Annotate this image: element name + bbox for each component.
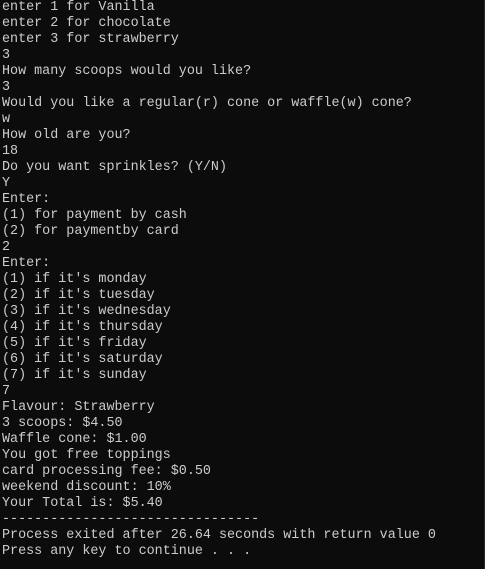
console-line: 3 [2, 48, 11, 63]
console-output: enter 1 for Vanilla enter 2 for chocolat… [0, 0, 484, 560]
console-line: enter 1 for Vanilla [2, 0, 155, 15]
console-line: 2 [2, 240, 11, 255]
console-line: (7) if it's sunday [2, 368, 147, 383]
console-line: How many scoops would you like? [2, 64, 252, 79]
console-line: (3) if it's wednesday [2, 304, 171, 319]
console-line: (1) for payment by cash [2, 208, 187, 223]
console-line: (2) if it's tuesday [2, 288, 155, 303]
console-line: 3 [2, 80, 11, 95]
console-line: (2) for paymentby card [2, 224, 179, 239]
console-line: Would you like a regular(r) cone or waff… [2, 96, 412, 111]
console-line: (5) if it's friday [2, 336, 147, 351]
console-line: 7 [2, 384, 11, 399]
console-line: How old are you? [2, 128, 131, 143]
console-window[interactable]: enter 1 for Vanilla enter 2 for chocolat… [0, 0, 485, 569]
process-exit-message: Process exited after 26.64 seconds with … [2, 528, 436, 543]
console-line: w [2, 112, 11, 127]
console-line: Waffle cone: $1.00 [2, 432, 147, 447]
console-line: (1) if it's monday [2, 272, 147, 287]
console-line: Your Total is: $5.40 [2, 496, 163, 511]
console-line: (6) if it's saturday [2, 352, 163, 367]
console-line: Enter: [2, 256, 51, 271]
console-line: card processing fee: $0.50 [2, 464, 211, 479]
console-line: 18 [2, 144, 19, 159]
console-line: 3 scoops: $4.50 [2, 416, 123, 431]
console-line: weekend discount: 10% [2, 480, 171, 495]
console-line: (4) if it's thursday [2, 320, 163, 335]
console-line: Enter: [2, 192, 51, 207]
continue-prompt: Press any key to continue . . . [2, 544, 252, 559]
console-line: enter 3 for strawberry [2, 32, 179, 47]
console-line: enter 2 for chocolate [2, 16, 171, 31]
console-line: Do you want sprinkles? (Y/N) [2, 160, 227, 175]
console-separator: -------------------------------- [2, 512, 260, 527]
console-line: Flavour: Strawberry [2, 400, 155, 415]
console-line: Y [2, 176, 11, 191]
console-line: You got free toppings [2, 448, 171, 463]
